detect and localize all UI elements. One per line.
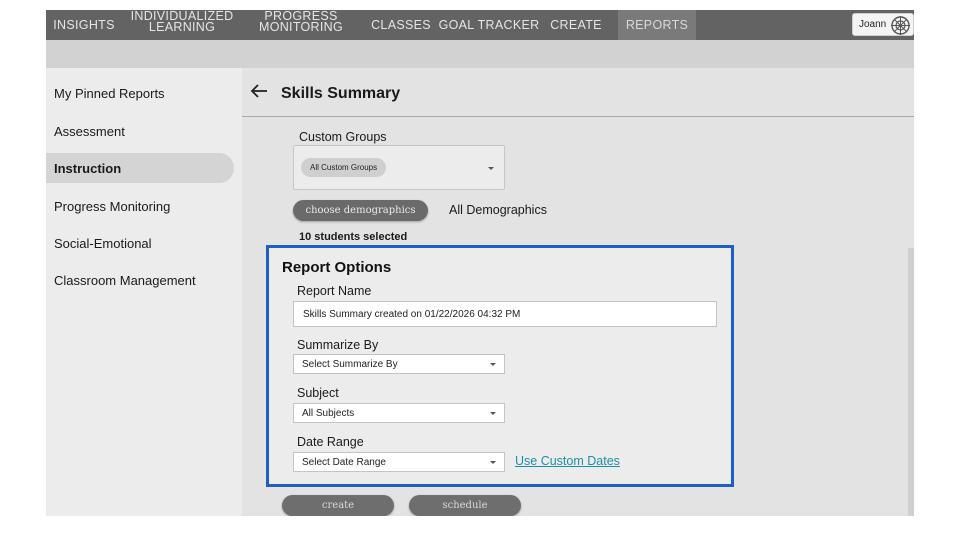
sidebar: My Pinned Reports Assessment Instruction… [46, 68, 242, 516]
sidebar-item-instruction[interactable]: Instruction [46, 153, 234, 183]
sidebar-item-my-pinned-reports[interactable]: My Pinned Reports [46, 78, 234, 108]
chevron-down-icon [488, 167, 494, 170]
demographics-value: All Demographics [449, 203, 547, 217]
report-name-input[interactable]: Skills Summary created on 01/22/2026 04:… [293, 301, 717, 327]
summarize-by-value: Select Summarize By [302, 358, 398, 370]
chevron-down-icon [490, 363, 496, 366]
report-options-title: Report Options [282, 259, 392, 276]
user-menu-button[interactable]: Joann [852, 13, 914, 36]
sidebar-item-classroom-management[interactable]: Classroom Management [46, 265, 234, 295]
custom-groups-label: Custom Groups [299, 130, 387, 144]
page-title: Skills Summary [281, 85, 401, 102]
app-window: INSIGHTS INDIVIDUALIZED LEARNING PROGRES… [46, 10, 914, 516]
scrollbar[interactable] [908, 248, 914, 516]
students-selected-count: 10 students selected [299, 231, 408, 243]
nav-individualized-learning[interactable]: INDIVIDUALIZED LEARNING [131, 10, 234, 40]
report-name-label: Report Name [297, 284, 372, 298]
subject-value: All Subjects [302, 407, 355, 419]
nav-goal-tracker[interactable]: GOAL TRACKER [439, 10, 540, 40]
use-custom-dates-link[interactable]: Use Custom Dates [515, 454, 620, 468]
nav-create[interactable]: CREATE [546, 10, 606, 40]
nav-progress-monitoring[interactable]: PROGRESS MONITORING [251, 10, 351, 40]
back-arrow-icon[interactable] [250, 84, 268, 98]
custom-groups-chip[interactable]: All Custom Groups [301, 158, 387, 177]
nav-insights[interactable]: INSIGHTS [46, 10, 122, 40]
summarize-by-select[interactable]: Select Summarize By [293, 354, 505, 374]
create-button[interactable]: create [282, 495, 394, 516]
schedule-button[interactable]: schedule [409, 495, 521, 516]
chevron-down-icon [490, 412, 496, 415]
chevron-down-icon [490, 461, 496, 464]
sidebar-item-assessment[interactable]: Assessment [46, 116, 234, 146]
date-range-select[interactable]: Select Date Range [293, 452, 505, 472]
subject-select[interactable]: All Subjects [293, 403, 505, 423]
user-name: Joann [859, 19, 887, 30]
top-nav: INSIGHTS INDIVIDUALIZED LEARNING PROGRES… [46, 10, 914, 40]
date-range-value: Select Date Range [302, 456, 386, 468]
summarize-by-label: Summarize By [297, 338, 379, 352]
date-range-label: Date Range [297, 435, 364, 449]
choose-demographics-button[interactable]: choose demographics [293, 200, 428, 221]
sidebar-item-progress-monitoring[interactable]: Progress Monitoring [46, 191, 234, 221]
title-divider [242, 116, 914, 117]
main-content: Skills Summary Custom Groups All Custom … [242, 68, 914, 516]
sub-bar [46, 40, 914, 68]
report-options-panel: Report Options Report Name Skills Summar… [266, 245, 734, 487]
nav-classes[interactable]: CLASSES [368, 10, 434, 40]
user-avatar-icon [891, 16, 910, 35]
custom-groups-select[interactable]: All Custom Groups [293, 145, 505, 190]
sidebar-item-social-emotional[interactable]: Social-Emotional [46, 228, 234, 258]
nav-reports[interactable]: REPORTS [618, 10, 696, 40]
subject-label: Subject [297, 386, 339, 400]
